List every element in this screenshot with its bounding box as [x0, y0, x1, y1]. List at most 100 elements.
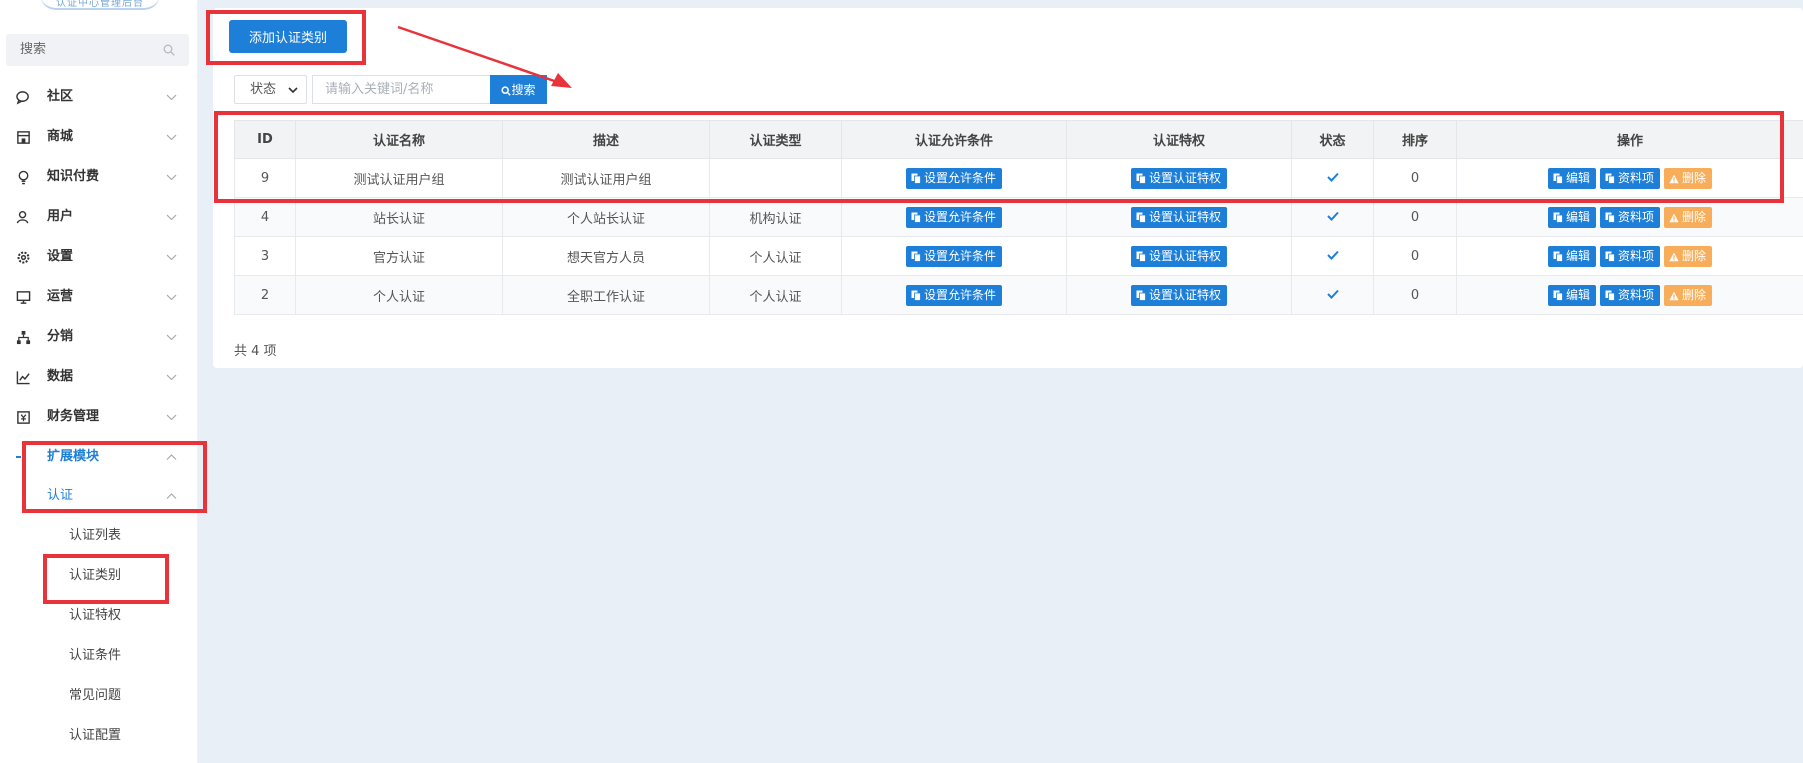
- copy-icon: [911, 290, 921, 301]
- sidebar-item-data[interactable]: 数据: [0, 357, 197, 397]
- check-icon: [1326, 250, 1339, 260]
- copy-icon: [1553, 212, 1563, 223]
- delete-button[interactable]: 删除: [1664, 167, 1713, 189]
- sidebar-search-input[interactable]: 搜索: [6, 34, 189, 66]
- button-label: 删除: [1682, 287, 1707, 302]
- search-button[interactable]: 搜索: [490, 75, 547, 104]
- column-header-type[interactable]: 认证类型: [709, 120, 842, 159]
- chart-icon: [16, 371, 30, 385]
- sidebar-item-settings[interactable]: 设置: [0, 237, 197, 277]
- cell-status: [1291, 275, 1374, 315]
- monitor-icon: [16, 291, 31, 304]
- button-label: 设置认证特权: [1148, 248, 1221, 263]
- cell-actions: 编辑 资料项 删除: [1456, 197, 1803, 237]
- chevron-down-icon: [166, 214, 177, 221]
- keyword-search-input[interactable]: [312, 75, 490, 104]
- status-select[interactable]: 状态: [234, 75, 307, 104]
- cell-privileges: 设置认证特权: [1066, 275, 1292, 315]
- set-privileges-button[interactable]: 设置认证特权: [1130, 206, 1227, 228]
- sidebar-item-store[interactable]: 商城: [0, 117, 197, 157]
- copy-icon: [1553, 251, 1563, 262]
- sidebar-item-community[interactable]: 社区: [0, 77, 197, 117]
- sidebar-subitem-faq[interactable]: 常见问题: [69, 676, 121, 716]
- edit-button[interactable]: 编辑: [1547, 245, 1596, 267]
- search-icon: [163, 44, 175, 56]
- cell-status: [1291, 158, 1374, 198]
- sidebar-subitem-auth-config[interactable]: 认证配置: [69, 716, 121, 756]
- sitemap-icon: [16, 330, 31, 345]
- cell-privileges: 设置认证特权: [1066, 236, 1292, 276]
- copy-icon: [1136, 173, 1146, 184]
- cell-privileges: 设置认证特权: [1066, 158, 1292, 198]
- copy-icon: [1136, 212, 1146, 223]
- profile-items-button[interactable]: 资料项: [1599, 284, 1660, 306]
- table-row: 9 测试认证用户组 测试认证用户组 设置允许条件 设置认证特权 0 编辑 资料项 删除: [234, 158, 1803, 198]
- edit-button[interactable]: 编辑: [1547, 206, 1596, 228]
- column-header-status[interactable]: 状态: [1291, 120, 1374, 159]
- finance-icon: [17, 411, 30, 424]
- warning-icon: [1669, 213, 1679, 222]
- set-privileges-button[interactable]: 设置认证特权: [1130, 167, 1227, 189]
- sidebar-subitem-auth-privilege[interactable]: 认证特权: [69, 596, 121, 636]
- set-conditions-button[interactable]: 设置允许条件: [905, 167, 1002, 189]
- column-header-name[interactable]: 认证名称: [295, 120, 503, 159]
- column-header-description[interactable]: 描述: [502, 120, 710, 159]
- column-header-sort[interactable]: 排序: [1373, 120, 1457, 159]
- sidebar-item-users[interactable]: 用户: [0, 197, 197, 237]
- profile-items-button[interactable]: 资料项: [1599, 245, 1660, 267]
- gear-icon: [17, 251, 30, 264]
- set-conditions-button[interactable]: 设置允许条件: [905, 284, 1002, 306]
- button-label: 资料项: [1617, 248, 1654, 263]
- sidebar-subitem-auth-condition[interactable]: 认证条件: [69, 636, 121, 676]
- profile-items-button[interactable]: 资料项: [1599, 206, 1660, 228]
- button-label: 删除: [1682, 209, 1707, 224]
- copy-icon: [1605, 212, 1615, 223]
- sidebar-item-operations[interactable]: 运营: [0, 277, 197, 317]
- delete-button[interactable]: 删除: [1664, 206, 1713, 228]
- cell-name: 站长认证: [295, 197, 503, 237]
- chevron-down-icon: [166, 334, 177, 341]
- cell-status: [1291, 236, 1374, 276]
- sidebar-item-label: 扩展模块: [47, 449, 100, 464]
- column-header-conditions[interactable]: 认证允许条件: [841, 120, 1067, 159]
- sidebar-search-placeholder: 搜索: [20, 42, 47, 57]
- delete-button[interactable]: 删除: [1664, 284, 1713, 306]
- sidebar-item-finance[interactable]: 财务管理: [0, 397, 197, 437]
- sidebar-subitem-auth-category[interactable]: 认证类别: [69, 556, 121, 596]
- sidebar-item-knowledge[interactable]: 知识付费: [0, 157, 197, 197]
- chevron-down-icon: [166, 414, 177, 421]
- cell-sort: 0: [1373, 197, 1457, 237]
- cell-description: 想天官方人员: [502, 236, 710, 276]
- button-label: 设置允许条件: [923, 170, 996, 185]
- add-category-button[interactable]: 添加认证类别: [229, 20, 347, 53]
- sidebar-group-auth[interactable]: 认证: [47, 476, 73, 516]
- cell-type: 个人认证: [709, 236, 842, 276]
- search-icon: [501, 86, 512, 96]
- sidebar-item-label: 用户: [47, 209, 74, 224]
- column-header-privileges[interactable]: 认证特权: [1066, 120, 1292, 159]
- profile-items-button[interactable]: 资料项: [1599, 167, 1660, 189]
- cell-sort: 0: [1373, 158, 1457, 198]
- copy-icon: [911, 212, 921, 223]
- edit-button[interactable]: 编辑: [1547, 167, 1596, 189]
- column-header-actions: 操作: [1456, 120, 1803, 159]
- edit-button[interactable]: 编辑: [1547, 284, 1596, 306]
- set-conditions-button[interactable]: 设置允许条件: [905, 245, 1002, 267]
- sidebar-item-distribution[interactable]: 分销: [0, 317, 197, 357]
- check-icon: [1326, 172, 1339, 182]
- sidebar-subitem-auth-list[interactable]: 认证列表: [69, 516, 121, 556]
- button-label: 编辑: [1565, 209, 1590, 224]
- set-privileges-button[interactable]: 设置认证特权: [1130, 245, 1227, 267]
- sidebar-item-extensions[interactable]: 扩展模块: [0, 437, 197, 477]
- set-conditions-button[interactable]: 设置允许条件: [905, 206, 1002, 228]
- cell-description: 测试认证用户组: [502, 158, 710, 198]
- chat-icon: [16, 91, 29, 105]
- delete-button[interactable]: 删除: [1664, 245, 1713, 267]
- set-privileges-button[interactable]: 设置认证特权: [1130, 284, 1227, 306]
- table-row: 3 官方认证 想天官方人员 个人认证 设置允许条件 设置认证特权 0 编辑 资料项 删除: [234, 236, 1803, 276]
- column-header-id[interactable]: ID: [234, 120, 296, 159]
- cell-name: 官方认证: [295, 236, 503, 276]
- cell-actions: 编辑 资料项 删除: [1456, 275, 1803, 315]
- button-label: 编辑: [1565, 170, 1590, 185]
- copy-icon: [911, 251, 921, 262]
